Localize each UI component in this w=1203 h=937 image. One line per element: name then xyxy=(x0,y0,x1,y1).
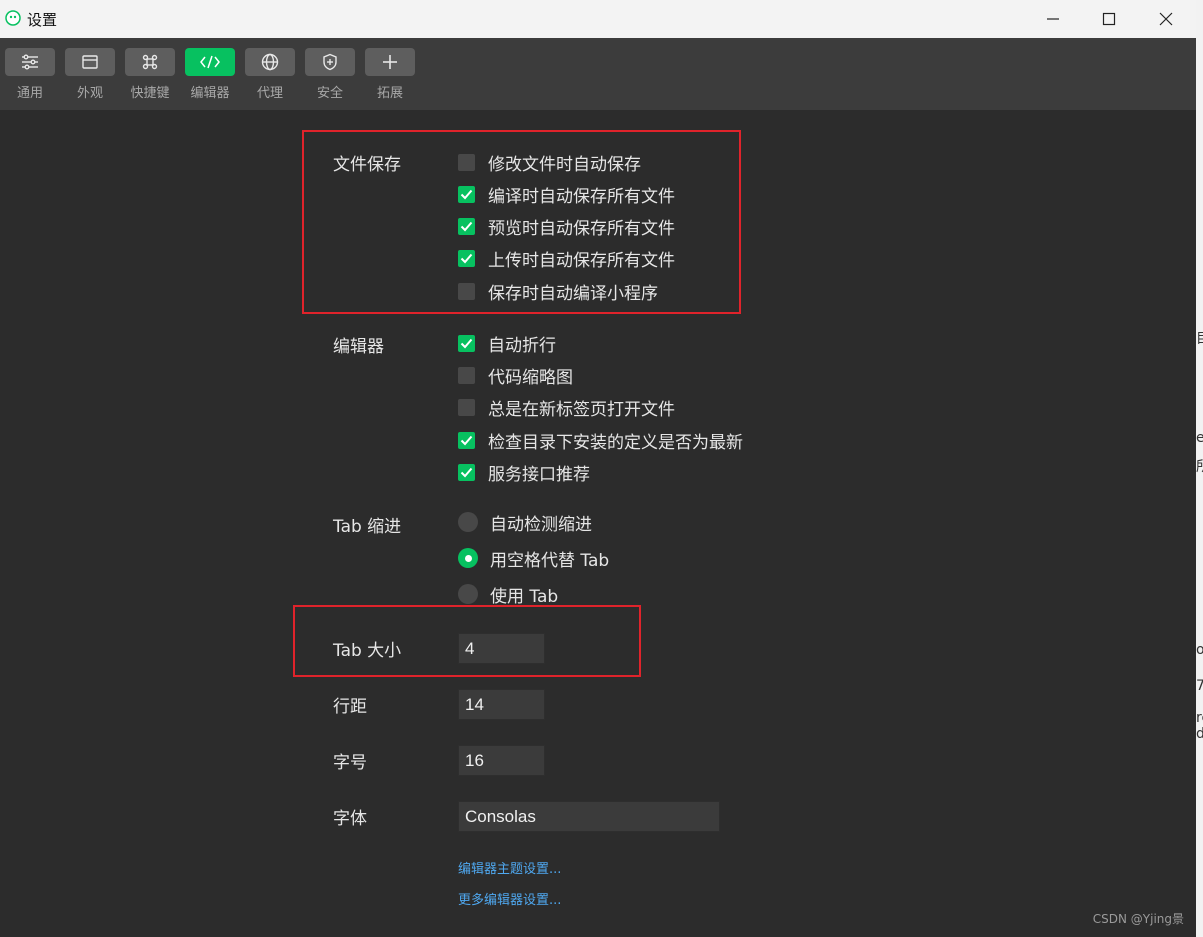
checkbox-unchecked[interactable] xyxy=(458,398,475,416)
maximize-button[interactable] xyxy=(1086,4,1132,34)
font-family-input[interactable] xyxy=(458,801,720,832)
radio-auto-detect-indent[interactable]: 自动检测缩进 xyxy=(458,511,592,535)
general-tab-button[interactable] xyxy=(5,48,55,76)
radio-label: 自动检测缩进 xyxy=(490,514,592,535)
option-label: 自动折行 xyxy=(488,335,556,356)
close-icon xyxy=(1159,12,1173,26)
tab-extensions[interactable]: 拓展 xyxy=(365,48,415,104)
radio-spaces-for-tab[interactable]: 用空格代替 Tab xyxy=(458,547,610,571)
edge-text-fragment: el xyxy=(1196,430,1203,446)
window-icon xyxy=(82,55,98,69)
tab-appearance[interactable]: 外观 xyxy=(65,48,115,104)
watermark: CSDN @Yjing景 xyxy=(1092,912,1184,926)
option-label: 代码缩略图 xyxy=(488,367,573,388)
tab-proxy[interactable]: 代理 xyxy=(245,48,295,104)
code-icon xyxy=(200,55,220,69)
edge-text-fragment: re xyxy=(1196,710,1203,726)
highlight-box-file-save xyxy=(302,130,741,314)
tab-general[interactable]: 通用 xyxy=(5,48,55,104)
security-tab-button[interactable] xyxy=(305,48,355,76)
radio-label: 用空格代替 Tab xyxy=(490,550,610,571)
shortcuts-tab-button[interactable] xyxy=(125,48,175,76)
settings-toolbar: 通用 外观 快捷键 编辑器 代理 安全 拓展 xyxy=(0,38,1196,110)
minimize-button[interactable] xyxy=(1030,4,1076,34)
tab-label: 外观 xyxy=(76,86,103,101)
highlight-box-tab-size xyxy=(293,605,641,677)
tab-label: 快捷键 xyxy=(130,86,170,101)
line-height-input[interactable] xyxy=(458,689,545,720)
option-open-in-new-tab[interactable]: 总是在新标签页打开文件 xyxy=(458,396,675,420)
edge-text-fragment: 7. xyxy=(1196,678,1203,694)
tab-label: 代理 xyxy=(256,86,283,101)
font-family-label: 字体 xyxy=(333,809,367,829)
title-bar: 设置 xyxy=(0,0,1196,38)
checkmark-icon xyxy=(460,338,473,348)
tab-shortcuts[interactable]: 快捷键 xyxy=(125,48,175,104)
radio-use-tab[interactable]: 使用 Tab xyxy=(458,583,559,607)
checkmark-icon xyxy=(460,435,473,445)
editor-tab-button[interactable] xyxy=(185,48,235,76)
edge-text-fragment: o xyxy=(1196,642,1203,658)
option-minimap[interactable]: 代码缩略图 xyxy=(458,364,573,388)
option-check-definitions[interactable]: 检查目录下安装的定义是否为最新 xyxy=(458,429,743,453)
editor-theme-settings-link[interactable]: 编辑器主题设置... xyxy=(458,858,561,877)
shield-icon xyxy=(323,53,337,71)
option-label: 服务接口推荐 xyxy=(488,464,590,485)
close-button[interactable] xyxy=(1143,4,1189,34)
tab-label: 拓展 xyxy=(376,86,403,101)
maximize-icon xyxy=(1102,12,1116,26)
sliders-icon xyxy=(22,54,38,70)
tab-editor[interactable]: 编辑器 xyxy=(185,48,235,104)
edge-text-fragment: 目 xyxy=(1196,328,1203,348)
proxy-tab-button[interactable] xyxy=(245,48,295,76)
editor-settings-panel: 文件保存 修改文件时自动保存 编译时自动保存所有文件 预览时自动保存所有文件 上… xyxy=(0,110,1196,937)
radio-button[interactable] xyxy=(458,584,478,604)
extensions-tab-button[interactable] xyxy=(365,48,415,76)
globe-icon xyxy=(261,53,279,71)
edge-text-fragment: do xyxy=(1196,726,1203,742)
more-editor-settings-link[interactable]: 更多编辑器设置... xyxy=(458,889,561,908)
tab-label: 安全 xyxy=(316,86,343,101)
checkbox-unchecked[interactable] xyxy=(458,366,475,384)
appearance-tab-button[interactable] xyxy=(65,48,115,76)
font-size-label: 字号 xyxy=(333,753,367,773)
option-word-wrap[interactable]: 自动折行 xyxy=(458,332,556,356)
line-height-label: 行距 xyxy=(333,697,367,717)
tab-label: 通用 xyxy=(16,86,43,101)
plus-icon xyxy=(383,55,397,69)
edge-text-fragment: 所 xyxy=(1196,456,1203,476)
wechat-devtools-logo-icon xyxy=(5,10,21,26)
option-label: 总是在新标签页打开文件 xyxy=(488,399,675,420)
minimize-icon xyxy=(1047,18,1059,20)
checkbox-checked[interactable] xyxy=(458,431,475,449)
window-title: 设置 xyxy=(27,11,58,29)
checkmark-icon xyxy=(460,467,473,477)
radio-button[interactable] xyxy=(458,512,478,532)
tab-security[interactable]: 安全 xyxy=(305,48,355,104)
font-size-input[interactable] xyxy=(458,745,545,776)
checkbox-checked[interactable] xyxy=(458,463,475,481)
checkbox-checked[interactable] xyxy=(458,334,475,352)
option-api-suggestions[interactable]: 服务接口推荐 xyxy=(458,461,590,485)
option-label: 检查目录下安装的定义是否为最新 xyxy=(488,432,743,453)
tab-label: 编辑器 xyxy=(190,86,230,101)
editor-section-label: 编辑器 xyxy=(333,337,384,357)
tab-indent-section-label: Tab 缩进 xyxy=(333,517,402,537)
radio-button-selected[interactable] xyxy=(458,548,478,568)
command-key-icon xyxy=(142,54,158,70)
radio-label: 使用 Tab xyxy=(490,586,559,607)
background-window-edge: 目 el 所 o 7. re do xyxy=(1196,0,1203,937)
